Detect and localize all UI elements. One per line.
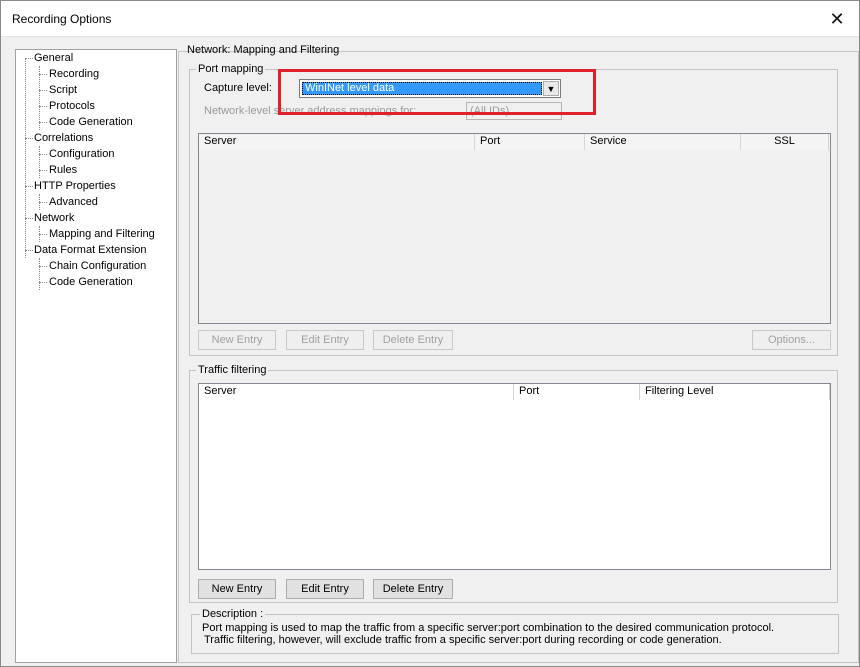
column-ssl[interactable]: SSL	[741, 134, 829, 150]
tree-item-correlations[interactable]: Correlations	[34, 130, 93, 146]
traffic-filtering-label: Traffic filtering	[196, 364, 269, 376]
tree-connector	[25, 186, 33, 187]
port-new-entry-button[interactable]: New Entry	[198, 330, 276, 350]
tree-connector	[39, 202, 47, 203]
description-line-2: Traffic filtering, however, will exclude…	[204, 634, 722, 646]
title-bar: Recording Options ✕	[1, 1, 859, 37]
section-title: Network: Mapping and Filtering	[187, 44, 340, 56]
tree-connector	[25, 250, 33, 251]
options-button[interactable]: Options...	[752, 330, 831, 350]
traffic-filtering-header: Server Port Filtering Level	[199, 384, 830, 400]
dialog-title: Recording Options	[12, 12, 112, 26]
tree-connector	[39, 90, 47, 91]
tree-item-general[interactable]: General	[34, 50, 73, 66]
tree-connector	[39, 154, 47, 155]
tree-connector	[25, 58, 33, 59]
traffic-filtering-list[interactable]: Server Port Filtering Level	[198, 383, 831, 570]
tree-item-network[interactable]: Network	[34, 210, 74, 226]
tree-item-http-properties[interactable]: HTTP Properties	[34, 178, 116, 194]
tree-item-mapping-and-filtering[interactable]: Mapping and Filtering	[49, 226, 155, 242]
tree-connector	[39, 258, 40, 290]
tree-item-chain-configuration[interactable]: Chain Configuration	[49, 258, 146, 274]
tree-connector	[39, 122, 47, 123]
tree-connector	[39, 106, 47, 107]
column-server[interactable]: Server	[199, 384, 514, 400]
tree-item-script[interactable]: Script	[49, 82, 77, 98]
tree-item-data-format-extension[interactable]: Data Format Extension	[34, 242, 147, 258]
column-filtering-level[interactable]: Filtering Level	[640, 384, 830, 400]
tree-connector	[39, 170, 47, 171]
tree-connector	[39, 66, 40, 130]
column-port[interactable]: Port	[514, 384, 640, 400]
description-line-1: Port mapping is used to map the traffic …	[202, 622, 775, 634]
filter-delete-entry-button[interactable]: Delete Entry	[373, 579, 453, 599]
column-service[interactable]: Service	[585, 134, 741, 150]
tree-connector	[25, 58, 26, 258]
tree-connector	[39, 146, 40, 178]
capture-level-label: Capture level:	[204, 82, 272, 94]
tree-item-configuration[interactable]: Configuration	[49, 146, 114, 162]
tree-connector	[39, 74, 47, 75]
options-tree[interactable]: General Recording Script Protocols Code …	[15, 49, 177, 663]
column-server[interactable]: Server	[199, 134, 475, 150]
capture-level-highlight	[278, 69, 596, 115]
description-label: Description :	[200, 608, 266, 620]
tree-item-recording[interactable]: Recording	[49, 66, 99, 82]
column-port[interactable]: Port	[475, 134, 585, 150]
filter-new-entry-button[interactable]: New Entry	[198, 579, 276, 599]
tree-item-code-generation-2[interactable]: Code Generation	[49, 274, 133, 290]
tree-item-protocols[interactable]: Protocols	[49, 98, 95, 114]
port-delete-entry-button[interactable]: Delete Entry	[373, 330, 453, 350]
tree-item-code-generation[interactable]: Code Generation	[49, 114, 133, 130]
port-edit-entry-button[interactable]: Edit Entry	[286, 330, 364, 350]
port-mapping-header: Server Port Service SSL	[199, 134, 830, 150]
tree-connector	[39, 234, 47, 235]
tree-item-rules[interactable]: Rules	[49, 162, 77, 178]
close-icon[interactable]: ✕	[815, 1, 859, 37]
tree-connector	[25, 138, 33, 139]
filter-edit-entry-button[interactable]: Edit Entry	[286, 579, 364, 599]
tree-connector	[39, 266, 47, 267]
recording-options-dialog: Recording Options ✕ General Recording Sc…	[0, 0, 860, 667]
port-mapping-label: Port mapping	[196, 63, 266, 75]
tree-item-advanced[interactable]: Advanced	[49, 194, 98, 210]
port-mapping-list[interactable]: Server Port Service SSL	[198, 133, 831, 324]
tree-connector	[25, 218, 33, 219]
tree-connector	[39, 282, 47, 283]
